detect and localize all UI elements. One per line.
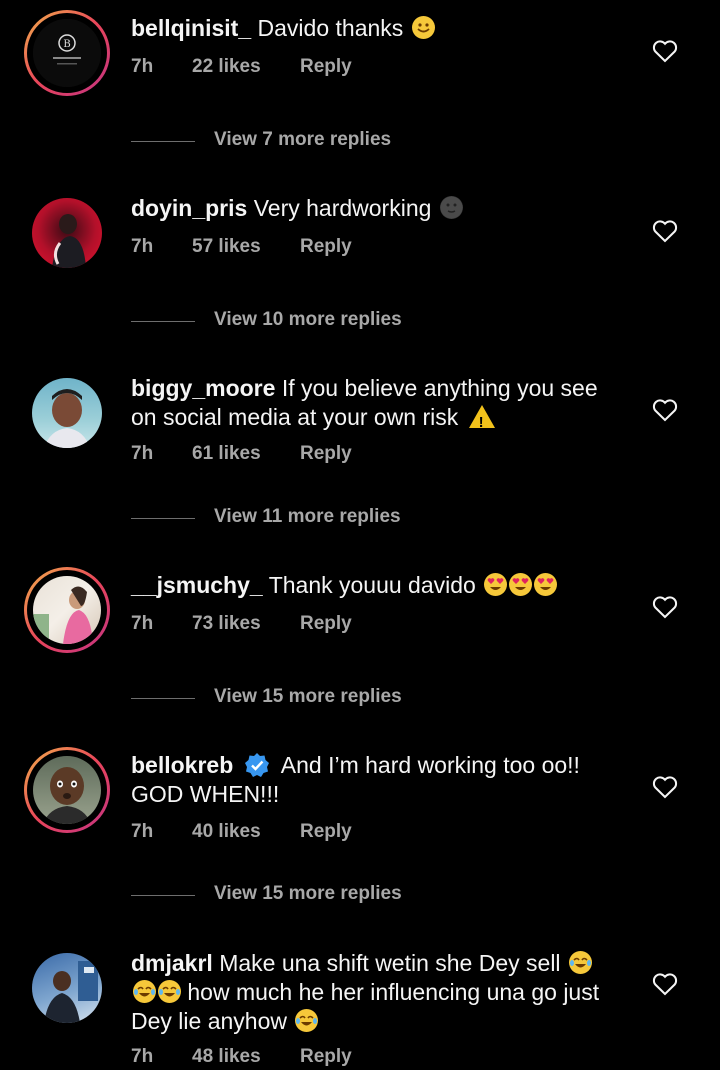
timestamp: 7h bbox=[131, 56, 154, 77]
username[interactable]: bellokreb bbox=[131, 752, 233, 778]
user-photo-icon bbox=[44, 389, 90, 448]
user-photo-icon bbox=[44, 961, 98, 1023]
reply-button[interactable]: Reply bbox=[300, 236, 352, 258]
avatar[interactable] bbox=[24, 945, 110, 1031]
verified-badge-icon bbox=[244, 753, 269, 777]
heart-eyes-emoji-icon bbox=[484, 573, 508, 596]
comment-body: Very hardworking bbox=[253, 195, 432, 221]
username[interactable]: dmjakrl bbox=[131, 950, 213, 976]
comment-text: bellokreb And I’m hard working too oo!! … bbox=[131, 751, 611, 809]
svg-text:B: B bbox=[63, 39, 70, 50]
likes-count[interactable]: 73 likes bbox=[192, 613, 261, 635]
divider bbox=[131, 321, 195, 322]
heart-icon[interactable] bbox=[652, 972, 678, 996]
tears-of-joy-emoji-icon bbox=[133, 980, 156, 1003]
view-more-replies-button[interactable]: View 10 more replies bbox=[131, 309, 531, 333]
heart-eyes-emoji-icon bbox=[534, 573, 558, 596]
avatar[interactable] bbox=[24, 370, 110, 456]
likes-count[interactable]: 40 likes bbox=[192, 821, 261, 843]
divider bbox=[131, 895, 195, 896]
avatar[interactable] bbox=[24, 747, 110, 833]
tears-of-joy-emoji-icon bbox=[295, 1009, 319, 1032]
view-more-replies-button[interactable]: View 7 more replies bbox=[131, 129, 531, 153]
avatar[interactable] bbox=[24, 567, 110, 653]
warning-emoji-icon bbox=[468, 405, 495, 437]
comment-body-part: Make una shift wetin she Dey sell bbox=[219, 950, 561, 976]
view-more-replies-button[interactable]: View 15 more replies bbox=[131, 883, 531, 907]
comment-body: Davido thanks bbox=[257, 15, 404, 41]
heart-eyes-emoji-group bbox=[482, 572, 558, 598]
tears-of-joy-emoji-icon bbox=[568, 951, 592, 974]
brand-logo-icon: B bbox=[33, 19, 101, 87]
reply-button[interactable]: Reply bbox=[300, 56, 352, 78]
tears-of-joy-emoji-icon bbox=[158, 980, 181, 1003]
new-moon-face-emoji-icon bbox=[439, 196, 463, 219]
comment-text: __jsmuchy_ Thank youuu davido bbox=[131, 571, 611, 600]
heart-icon[interactable] bbox=[652, 39, 678, 63]
timestamp: 7h bbox=[131, 821, 154, 842]
user-photo-icon bbox=[43, 767, 91, 824]
comment-text: dmjakrl Make una shift wetin she Dey sel… bbox=[131, 949, 611, 1036]
divider bbox=[131, 698, 195, 699]
view-more-replies-button[interactable]: View 11 more replies bbox=[131, 506, 531, 530]
reply-button[interactable]: Reply bbox=[300, 443, 352, 465]
view-more-replies-button[interactable]: View 15 more replies bbox=[131, 686, 531, 710]
divider bbox=[131, 141, 195, 142]
comment-body-part: how much he her influencing una go bbox=[187, 979, 557, 1005]
username[interactable]: biggy_moore bbox=[131, 375, 275, 401]
timestamp: 7h bbox=[131, 613, 154, 634]
timestamp: 7h bbox=[131, 1046, 154, 1067]
heart-icon[interactable] bbox=[652, 775, 678, 799]
timestamp: 7h bbox=[131, 236, 154, 257]
divider bbox=[131, 518, 195, 519]
comment-text: doyin_pris Very hardworking bbox=[131, 194, 611, 223]
heart-icon[interactable] bbox=[652, 219, 678, 243]
smiling-face-emoji-icon bbox=[411, 16, 435, 39]
username[interactable]: __jsmuchy_ bbox=[131, 572, 263, 598]
likes-count[interactable]: 22 likes bbox=[192, 56, 261, 78]
heart-eyes-emoji-icon bbox=[509, 573, 533, 596]
avatar[interactable] bbox=[24, 190, 110, 276]
heart-icon[interactable] bbox=[652, 398, 678, 422]
username[interactable]: bellqinisit_ bbox=[131, 15, 251, 41]
heart-icon[interactable] bbox=[652, 595, 678, 619]
timestamp: 7h bbox=[131, 443, 154, 464]
reply-button[interactable]: Reply bbox=[300, 821, 352, 843]
comment-text: bellqinisit_ Davido thanks bbox=[131, 14, 611, 43]
reply-button[interactable]: Reply bbox=[300, 1046, 352, 1068]
user-photo-icon bbox=[52, 214, 86, 268]
likes-count[interactable]: 57 likes bbox=[192, 236, 261, 258]
avatar[interactable]: B bbox=[24, 10, 110, 96]
comment-text: biggy_moore If you believe anything you … bbox=[131, 374, 611, 437]
user-photo-icon bbox=[33, 586, 93, 644]
likes-count[interactable]: 48 likes bbox=[192, 1046, 261, 1068]
reply-button[interactable]: Reply bbox=[300, 613, 352, 635]
username[interactable]: doyin_pris bbox=[131, 195, 247, 221]
comment-body: Thank youuu davido bbox=[268, 572, 476, 598]
likes-count[interactable]: 61 likes bbox=[192, 443, 261, 465]
